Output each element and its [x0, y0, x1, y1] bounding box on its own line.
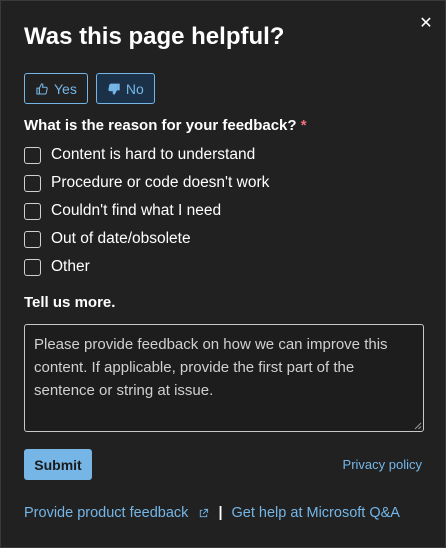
- no-label: No: [125, 80, 144, 97]
- option-label: Content is hard to understand: [51, 146, 256, 163]
- yes-button[interactable]: Yes: [24, 73, 88, 104]
- vote-group: Yes No: [24, 73, 155, 104]
- close-icon[interactable]: ✕: [417, 15, 435, 33]
- reason-option-code-doesnt-work[interactable]: Procedure or code doesn't work: [24, 173, 269, 193]
- checkbox[interactable]: [24, 230, 41, 248]
- reason-question: What is the reason for your feedback? *: [24, 117, 307, 134]
- required-mark: *: [300, 117, 307, 134]
- thumbs-up-icon: [36, 82, 48, 95]
- external-link-icon: [200, 508, 209, 517]
- submit-button[interactable]: Submit: [24, 449, 92, 480]
- footer-separator: |: [218, 505, 223, 521]
- provide-product-feedback-label: Provide product feedback: [24, 505, 189, 521]
- privacy-policy-link[interactable]: Privacy policy: [343, 457, 422, 472]
- resize-grip-icon[interactable]: [413, 421, 422, 430]
- yes-label: Yes: [54, 80, 77, 97]
- footer-links: Provide product feedback | Get help at M…: [24, 505, 400, 521]
- checkbox[interactable]: [24, 258, 41, 276]
- option-label: Procedure or code doesn't work: [51, 174, 270, 191]
- reason-option-other[interactable]: Other: [24, 257, 269, 277]
- feedback-textarea[interactable]: [24, 324, 424, 432]
- option-label: Other: [51, 258, 90, 275]
- tell-us-more-label: Tell us more.: [24, 294, 116, 311]
- no-button[interactable]: No: [95, 73, 155, 104]
- provide-product-feedback-link[interactable]: Provide product feedback: [24, 505, 209, 521]
- reason-question-text: What is the reason for your feedback?: [24, 117, 297, 134]
- reason-option-hard-to-understand[interactable]: Content is hard to understand: [24, 145, 269, 165]
- option-label: Couldn't find what I need: [51, 202, 222, 219]
- checkbox[interactable]: [24, 202, 41, 220]
- thumbs-down-icon: [108, 83, 120, 95]
- reason-options: Content is hard to understand Procedure …: [24, 145, 269, 285]
- dialog-title: Was this page helpful?: [24, 23, 285, 50]
- feedback-dialog: ✕ Was this page helpful? Yes No What is …: [0, 0, 446, 548]
- microsoft-qa-link[interactable]: Get help at Microsoft Q&A: [232, 505, 400, 521]
- checkbox[interactable]: [24, 146, 41, 164]
- reason-option-couldnt-find[interactable]: Couldn't find what I need: [24, 201, 269, 221]
- reason-option-out-of-date[interactable]: Out of date/obsolete: [24, 229, 269, 249]
- checkbox[interactable]: [24, 174, 41, 192]
- option-label: Out of date/obsolete: [51, 230, 191, 247]
